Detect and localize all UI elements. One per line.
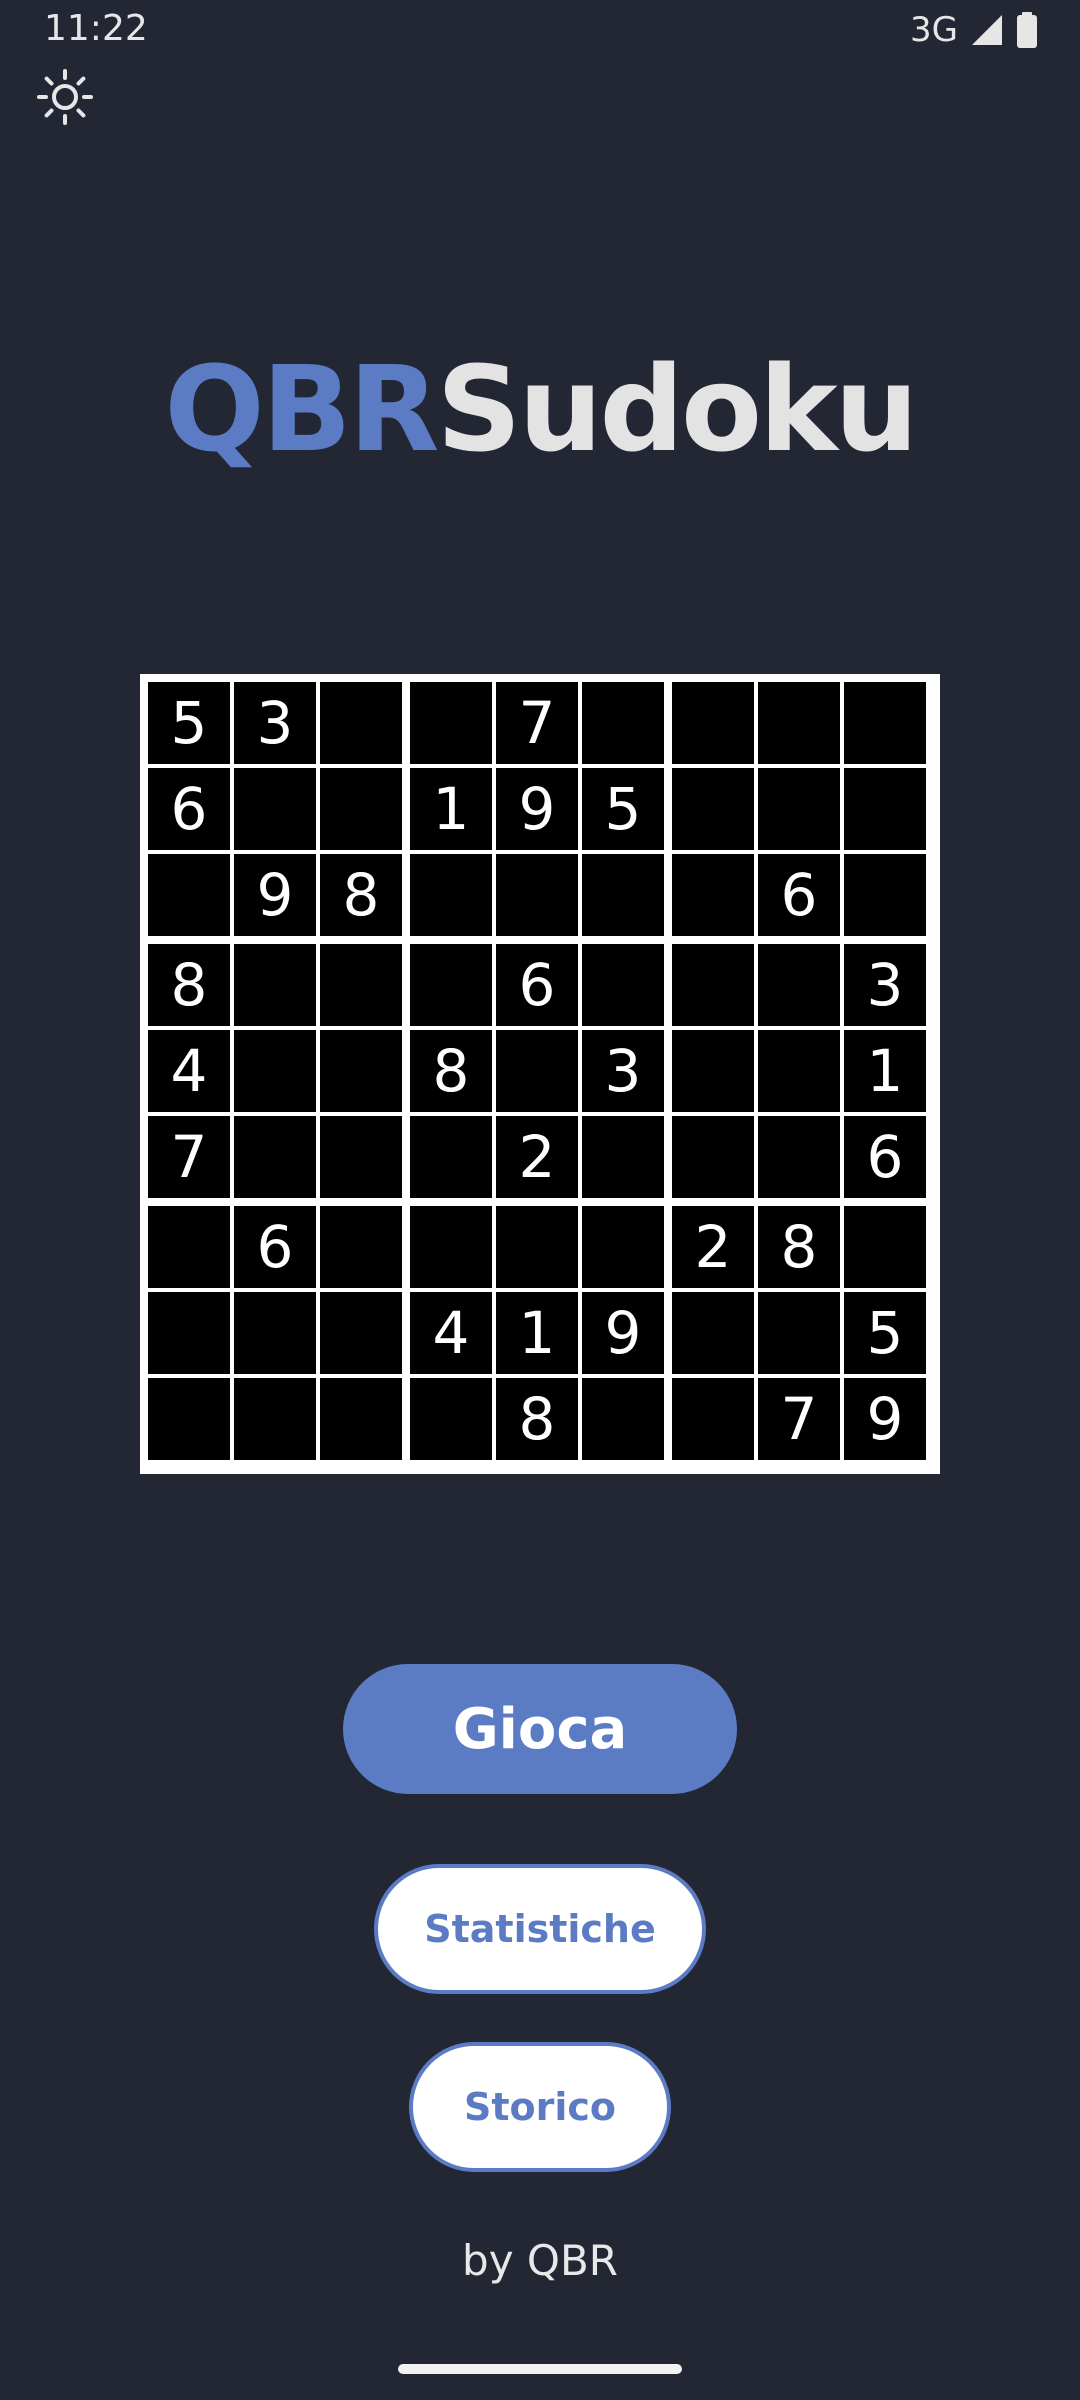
sudoku-cell[interactable]: 3: [234, 682, 316, 764]
sudoku-cell[interactable]: [672, 768, 754, 850]
sudoku-cell[interactable]: [844, 682, 926, 764]
sudoku-cell[interactable]: 8: [148, 944, 230, 1026]
sudoku-cell[interactable]: [148, 1206, 230, 1288]
sudoku-cell[interactable]: 8: [758, 1206, 840, 1288]
network-type: 3G: [910, 10, 958, 50]
sudoku-cell[interactable]: [758, 1292, 840, 1374]
sudoku-cell[interactable]: 6: [496, 944, 578, 1026]
sudoku-cell[interactable]: 7: [496, 682, 578, 764]
sudoku-cell[interactable]: [234, 1292, 316, 1374]
sudoku-cell[interactable]: [410, 1378, 492, 1460]
sudoku-cell[interactable]: [758, 1030, 840, 1112]
sudoku-cell[interactable]: 4: [148, 1030, 230, 1112]
sudoku-cell[interactable]: 5: [148, 682, 230, 764]
sudoku-cell[interactable]: 8: [410, 1030, 492, 1112]
sudoku-cell[interactable]: 9: [496, 768, 578, 850]
theme-toggle-button[interactable]: [30, 64, 100, 134]
sudoku-cell[interactable]: 1: [496, 1292, 578, 1374]
sudoku-cell[interactable]: [234, 1030, 316, 1112]
sudoku-cell[interactable]: [410, 682, 492, 764]
sudoku-cell[interactable]: [320, 682, 402, 764]
sudoku-cell[interactable]: [496, 854, 578, 936]
sudoku-cell[interactable]: [320, 1030, 402, 1112]
sudoku-cell[interactable]: 9: [844, 1378, 926, 1460]
sudoku-cell[interactable]: [844, 1206, 926, 1288]
sudoku-cell[interactable]: [672, 1378, 754, 1460]
sudoku-cell[interactable]: [320, 1378, 402, 1460]
sudoku-cell[interactable]: [410, 944, 492, 1026]
sudoku-cell[interactable]: [672, 944, 754, 1026]
sudoku-cell[interactable]: [148, 1378, 230, 1460]
sudoku-cell[interactable]: 3: [844, 944, 926, 1026]
sudoku-cell[interactable]: [410, 1206, 492, 1288]
sudoku-cell[interactable]: 6: [844, 1116, 926, 1198]
sudoku-cell[interactable]: 6: [148, 768, 230, 850]
sudoku-cell[interactable]: [148, 854, 230, 936]
sudoku-cell[interactable]: 2: [672, 1206, 754, 1288]
sudoku-cell[interactable]: [582, 1116, 664, 1198]
sudoku-cell[interactable]: [410, 1116, 492, 1198]
status-time: 11:22: [44, 8, 148, 49]
sudoku-cell[interactable]: [234, 768, 316, 850]
status-bar: 11:22 3G: [0, 0, 1080, 60]
play-button[interactable]: Gioca: [343, 1664, 737, 1794]
sudoku-cell[interactable]: 4: [410, 1292, 492, 1374]
sudoku-cell[interactable]: 7: [148, 1116, 230, 1198]
sudoku-cell[interactable]: [844, 768, 926, 850]
home-indicator[interactable]: [398, 2364, 682, 2374]
sudoku-cell[interactable]: 3: [582, 1030, 664, 1112]
sudoku-cell[interactable]: [844, 854, 926, 936]
sudoku-cell[interactable]: [320, 1292, 402, 1374]
footer-credit: by QBR: [462, 2236, 618, 2285]
battery-icon: [1016, 12, 1038, 48]
sudoku-cell[interactable]: 6: [758, 854, 840, 936]
sudoku-cell[interactable]: [582, 854, 664, 936]
sudoku-cell[interactable]: 6: [234, 1206, 316, 1288]
sudoku-cell[interactable]: [320, 944, 402, 1026]
sudoku-cell[interactable]: [672, 1030, 754, 1112]
sudoku-cell[interactable]: [672, 682, 754, 764]
sun-icon: [35, 67, 95, 131]
logo-sudoku: Sudoku: [436, 340, 919, 478]
sudoku-cell[interactable]: [758, 682, 840, 764]
sudoku-board: 537619598686348317266284195879: [140, 674, 940, 1474]
history-button[interactable]: Storico: [409, 2042, 671, 2172]
sudoku-cell[interactable]: [234, 944, 316, 1026]
sudoku-cell[interactable]: [672, 1292, 754, 1374]
app-logo: QBRSudoku: [0, 350, 1080, 468]
sudoku-cell[interactable]: [496, 1206, 578, 1288]
sudoku-cell[interactable]: 1: [410, 768, 492, 850]
sudoku-cell[interactable]: [672, 1116, 754, 1198]
sudoku-cell[interactable]: [582, 944, 664, 1026]
sudoku-cell[interactable]: [320, 1206, 402, 1288]
sudoku-cell[interactable]: 9: [582, 1292, 664, 1374]
sudoku-cell[interactable]: [582, 1378, 664, 1460]
sudoku-cell[interactable]: [234, 1378, 316, 1460]
sudoku-cell[interactable]: [758, 768, 840, 850]
sudoku-cell[interactable]: [672, 854, 754, 936]
sudoku-cell[interactable]: 1: [844, 1030, 926, 1112]
status-indicators: 3G: [910, 10, 1038, 50]
sudoku-cell[interactable]: [758, 944, 840, 1026]
sudoku-cell[interactable]: 2: [496, 1116, 578, 1198]
logo-qbr: QBR: [164, 340, 439, 478]
sudoku-cell[interactable]: [582, 682, 664, 764]
sudoku-cell[interactable]: [758, 1116, 840, 1198]
sudoku-cell[interactable]: 5: [582, 768, 664, 850]
sudoku-cell[interactable]: [148, 1292, 230, 1374]
signal-icon: [970, 13, 1004, 47]
statistics-button[interactable]: Statistiche: [374, 1864, 706, 1994]
sudoku-cell[interactable]: [410, 854, 492, 936]
sudoku-cell[interactable]: 5: [844, 1292, 926, 1374]
sudoku-cell[interactable]: [320, 1116, 402, 1198]
sudoku-cell[interactable]: [496, 1030, 578, 1112]
sudoku-cell[interactable]: [582, 1206, 664, 1288]
sudoku-cell[interactable]: [320, 768, 402, 850]
sudoku-cell[interactable]: 9: [234, 854, 316, 936]
sudoku-cell[interactable]: 7: [758, 1378, 840, 1460]
sudoku-cell[interactable]: 8: [320, 854, 402, 936]
sudoku-cell[interactable]: 8: [496, 1378, 578, 1460]
sudoku-cell[interactable]: [234, 1116, 316, 1198]
